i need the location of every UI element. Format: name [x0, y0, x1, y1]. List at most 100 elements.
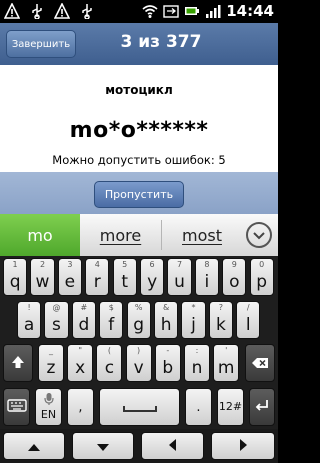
key-i[interactable]: 8i [194, 258, 219, 296]
key-g[interactable]: % g [126, 301, 151, 339]
key-n[interactable]: :n [184, 344, 210, 382]
key-o[interactable]: 9o [222, 258, 247, 296]
warning-icon [3, 2, 21, 19]
finish-button[interactable]: Завершить [6, 30, 76, 58]
key-label: w [35, 272, 50, 292]
key-label: v [133, 358, 144, 378]
arrow-right-icon [239, 437, 248, 456]
key-alt-label: / [246, 303, 250, 312]
key-label: e [64, 272, 76, 292]
key-label: f [108, 315, 115, 335]
key-w[interactable]: 2w [30, 258, 55, 296]
shift-key[interactable] [3, 344, 33, 382]
key-label: y [147, 272, 158, 292]
key-label: s [52, 315, 61, 335]
key-x[interactable]: " x [67, 344, 94, 382]
key-y[interactable]: 6y [140, 258, 165, 296]
enter-key[interactable] [249, 388, 275, 426]
key-z[interactable]: _ z [38, 344, 64, 382]
enter-icon [254, 398, 270, 417]
status-bar: 14:44 [0, 0, 278, 23]
arrow-right-key[interactable] [211, 432, 275, 460]
symbols-label: 12# [218, 400, 243, 413]
keyboard-settings-key[interactable] [3, 388, 30, 426]
space-icon [122, 398, 158, 417]
key-alt-label: - [166, 346, 170, 355]
key-label: g [133, 315, 145, 335]
backspace-icon [251, 354, 269, 373]
game-area: мотоцикл mo*o****** Можно допустить ошиб… [0, 65, 278, 172]
key-v[interactable]: ) v [125, 344, 152, 382]
suggestion-strip: mo more most [0, 214, 278, 256]
masked-word: mo*o****** [69, 118, 209, 143]
key-label: b [162, 358, 174, 378]
key-alt-label: 5 [122, 260, 128, 269]
key-label: a [23, 315, 35, 335]
suggestion-3[interactable]: most [161, 214, 243, 256]
errors-allowed: Можно допустить ошибок: 5 [52, 153, 226, 167]
key-label: n [191, 358, 203, 378]
suggestion-2[interactable]: more [80, 214, 161, 256]
key-label: x [75, 358, 86, 378]
arrow-up-key[interactable] [3, 432, 65, 460]
key-m[interactable]: ' m [213, 344, 240, 382]
wifi-icon [142, 3, 158, 19]
key-d[interactable]: # d [71, 301, 96, 339]
key-alt-label: % [134, 303, 143, 312]
usb-icon [79, 3, 95, 20]
skip-button[interactable]: Пропустить [94, 181, 184, 208]
suggestion-3-label: most [182, 225, 222, 245]
key-e[interactable]: 3e [57, 258, 82, 296]
key-alt-label: " [78, 346, 83, 355]
expand-suggestions-button[interactable] [246, 222, 272, 248]
period-label: . [196, 400, 201, 415]
key-j[interactable]: * j [181, 301, 206, 339]
period-key[interactable]: . [185, 388, 212, 426]
key-alt-label: ? [218, 303, 224, 312]
key-h[interactable]: & h [154, 301, 179, 339]
key-q[interactable]: 1q [3, 258, 28, 296]
key-b[interactable]: -b [154, 344, 181, 382]
key-alt-label: ! [27, 303, 31, 312]
chevron-down-icon [252, 226, 266, 245]
key-u[interactable]: 7u [167, 258, 192, 296]
clock: 14:44 [226, 2, 274, 20]
key-alt-label: 0 [259, 260, 265, 269]
warning-icon [53, 2, 71, 19]
space-key[interactable] [99, 388, 180, 426]
key-label: m [217, 358, 235, 378]
symbols-key[interactable]: 12# [217, 388, 244, 426]
arrow-left-key[interactable] [141, 432, 204, 460]
suggestion-1[interactable]: mo [0, 214, 80, 256]
key-a[interactable]: ! a [17, 301, 42, 339]
comma-label: , [78, 400, 83, 415]
key-p[interactable]: 0p [249, 258, 274, 296]
key-label: k [215, 315, 226, 335]
key-l[interactable]: / l [236, 301, 261, 339]
key-alt-label: 7 [176, 260, 183, 269]
key-s[interactable]: @ s [44, 301, 69, 339]
key-alt-label: & [162, 303, 170, 312]
signal-icon [205, 3, 221, 19]
key-label: t [121, 272, 129, 292]
key-t[interactable]: 5t [112, 258, 137, 296]
skip-bar: Пропустить [0, 172, 278, 214]
key-label: c [104, 358, 115, 378]
key-alt-label: 3 [67, 260, 73, 269]
key-f[interactable]: $ f [99, 301, 124, 339]
arrow-up-icon [27, 437, 41, 456]
key-r[interactable]: 4r [85, 258, 110, 296]
suggestion-2-label: more [99, 225, 142, 245]
key-c[interactable]: (c [96, 344, 123, 382]
key-alt-label: 4 [94, 260, 100, 269]
language-label: EN [40, 408, 57, 421]
language-key[interactable]: EN [35, 388, 62, 426]
key-alt-label: : [195, 346, 199, 355]
usb-icon [29, 3, 45, 20]
key-label: j [191, 315, 196, 335]
key-k[interactable]: ? k [208, 301, 233, 339]
comma-key[interactable]: , [67, 388, 94, 426]
arrow-down-key[interactable] [72, 432, 134, 460]
key-label: r [93, 272, 101, 292]
backspace-key[interactable] [245, 344, 275, 382]
